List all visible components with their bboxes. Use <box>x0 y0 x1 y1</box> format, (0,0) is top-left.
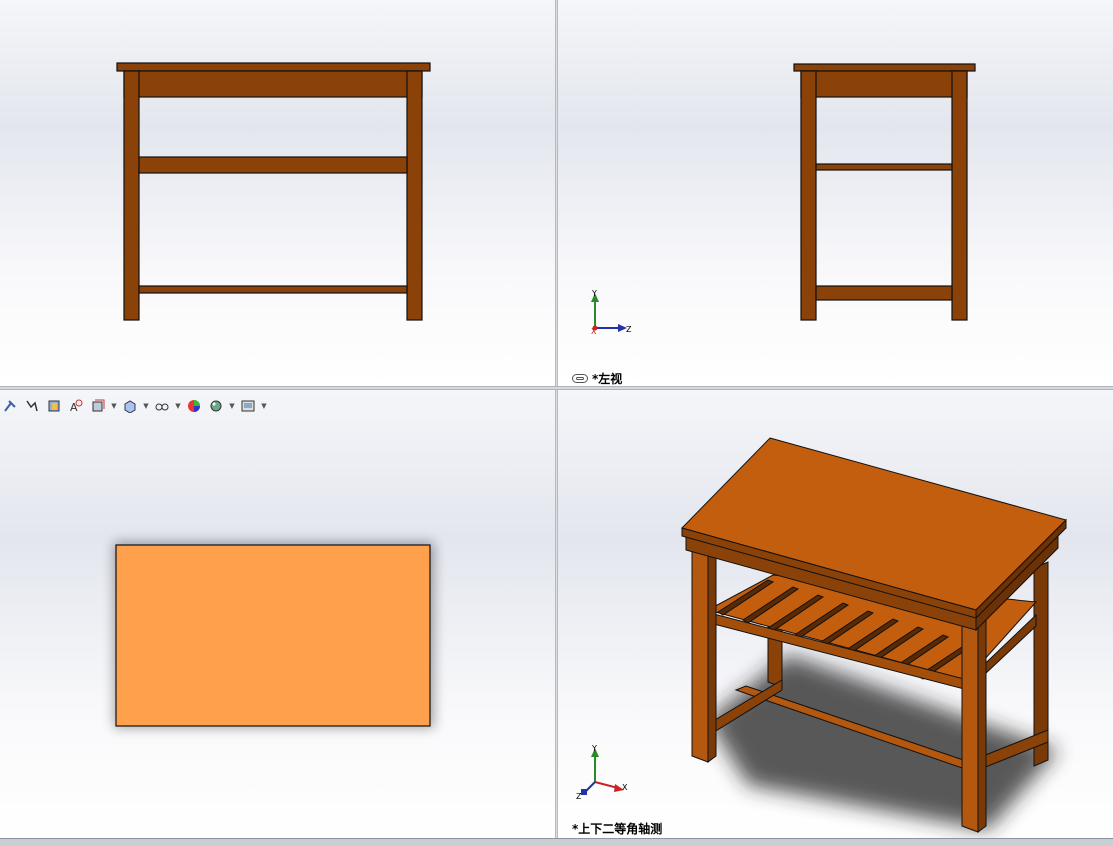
heads-up-view-toolbar: A ▼ ▼ ▼ ▼ ▼ <box>0 396 268 416</box>
view-orientation-icon[interactable]: A <box>66 397 86 415</box>
front-left-leg-side <box>707 541 717 763</box>
viewport-front[interactable] <box>0 0 555 386</box>
left-view-drawing: Y Z X <box>591 63 976 336</box>
chevron-down-icon[interactable]: ▼ <box>110 397 118 415</box>
triad-z-label: Z <box>626 325 632 334</box>
solidworks-window: Y Z X *左视 Y X Z *上下二等角轴测 A ▼ ▼ ▼ ▼ ▼ <box>0 0 1113 846</box>
chevron-down-icon[interactable]: ▼ <box>228 397 236 415</box>
section-view-icon[interactable] <box>44 397 64 415</box>
svg-text:A: A <box>70 401 78 413</box>
viewport-splitter-vertical[interactable] <box>555 0 558 838</box>
view-settings-icon[interactable] <box>238 397 258 415</box>
front-leg-side <box>800 70 817 321</box>
shelf-rail-front <box>138 156 408 174</box>
viewport-isometric[interactable]: Y X Z *上下二等角轴测 <box>558 390 1113 838</box>
glasses-icon[interactable] <box>152 397 172 415</box>
chevron-down-icon[interactable]: ▼ <box>174 397 182 415</box>
edit-appearance-icon[interactable] <box>22 397 42 415</box>
viewport-splitter-horizontal[interactable] <box>0 386 1113 390</box>
triad-iso: Y X Z <box>576 744 628 801</box>
chevron-down-icon[interactable]: ▼ <box>260 397 268 415</box>
scene-icon[interactable] <box>206 397 226 415</box>
appearance-icon[interactable] <box>184 397 204 415</box>
view-label-isometric: *上下二等角轴测 <box>572 820 662 837</box>
view-name-isometric: *上下二等角轴测 <box>572 822 663 836</box>
link-view-icon[interactable] <box>572 374 588 383</box>
floor-shadow <box>708 655 1058 830</box>
triad-iso-y-label: Y <box>591 744 597 753</box>
back-leg-side <box>951 70 968 321</box>
tabletop-front <box>116 62 431 72</box>
top-view-drawing <box>114 542 434 728</box>
viewport-top[interactable] <box>0 390 555 838</box>
right-leg-front <box>406 70 423 321</box>
apron-front <box>123 70 423 98</box>
triad-y-label: Y <box>591 289 597 298</box>
hide-show-items-icon[interactable] <box>120 397 140 415</box>
bottom-stretcher-side <box>815 285 953 301</box>
tabletop-side <box>793 63 976 72</box>
isometric-view-drawing: Y X Z <box>576 437 1067 833</box>
front-right-leg <box>961 609 979 833</box>
left-leg-front <box>123 70 140 321</box>
viewport-left[interactable]: Y Z X *左视 <box>558 0 1113 386</box>
triad-iso-z-label: Z <box>576 792 582 801</box>
front-view-drawing <box>116 62 431 321</box>
triad-iso-x-label: X <box>622 783 628 792</box>
view-name-left: *左视 <box>592 372 623 386</box>
status-bar <box>0 838 1113 846</box>
shelf-rail-side <box>815 163 953 171</box>
front-left-leg <box>691 539 709 763</box>
triad-left: Y Z X <box>591 289 632 336</box>
display-style-icon[interactable] <box>88 397 108 415</box>
view-label-left: *左视 <box>572 370 622 386</box>
apron-side <box>800 70 968 98</box>
tabletop-top-view <box>115 544 431 727</box>
bottom-stretcher-front <box>138 285 408 294</box>
triad-x-label: X <box>591 327 597 336</box>
chevron-down-icon[interactable]: ▼ <box>142 397 150 415</box>
hide-show-icon[interactable] <box>0 397 20 415</box>
front-right-leg-side <box>977 609 987 833</box>
